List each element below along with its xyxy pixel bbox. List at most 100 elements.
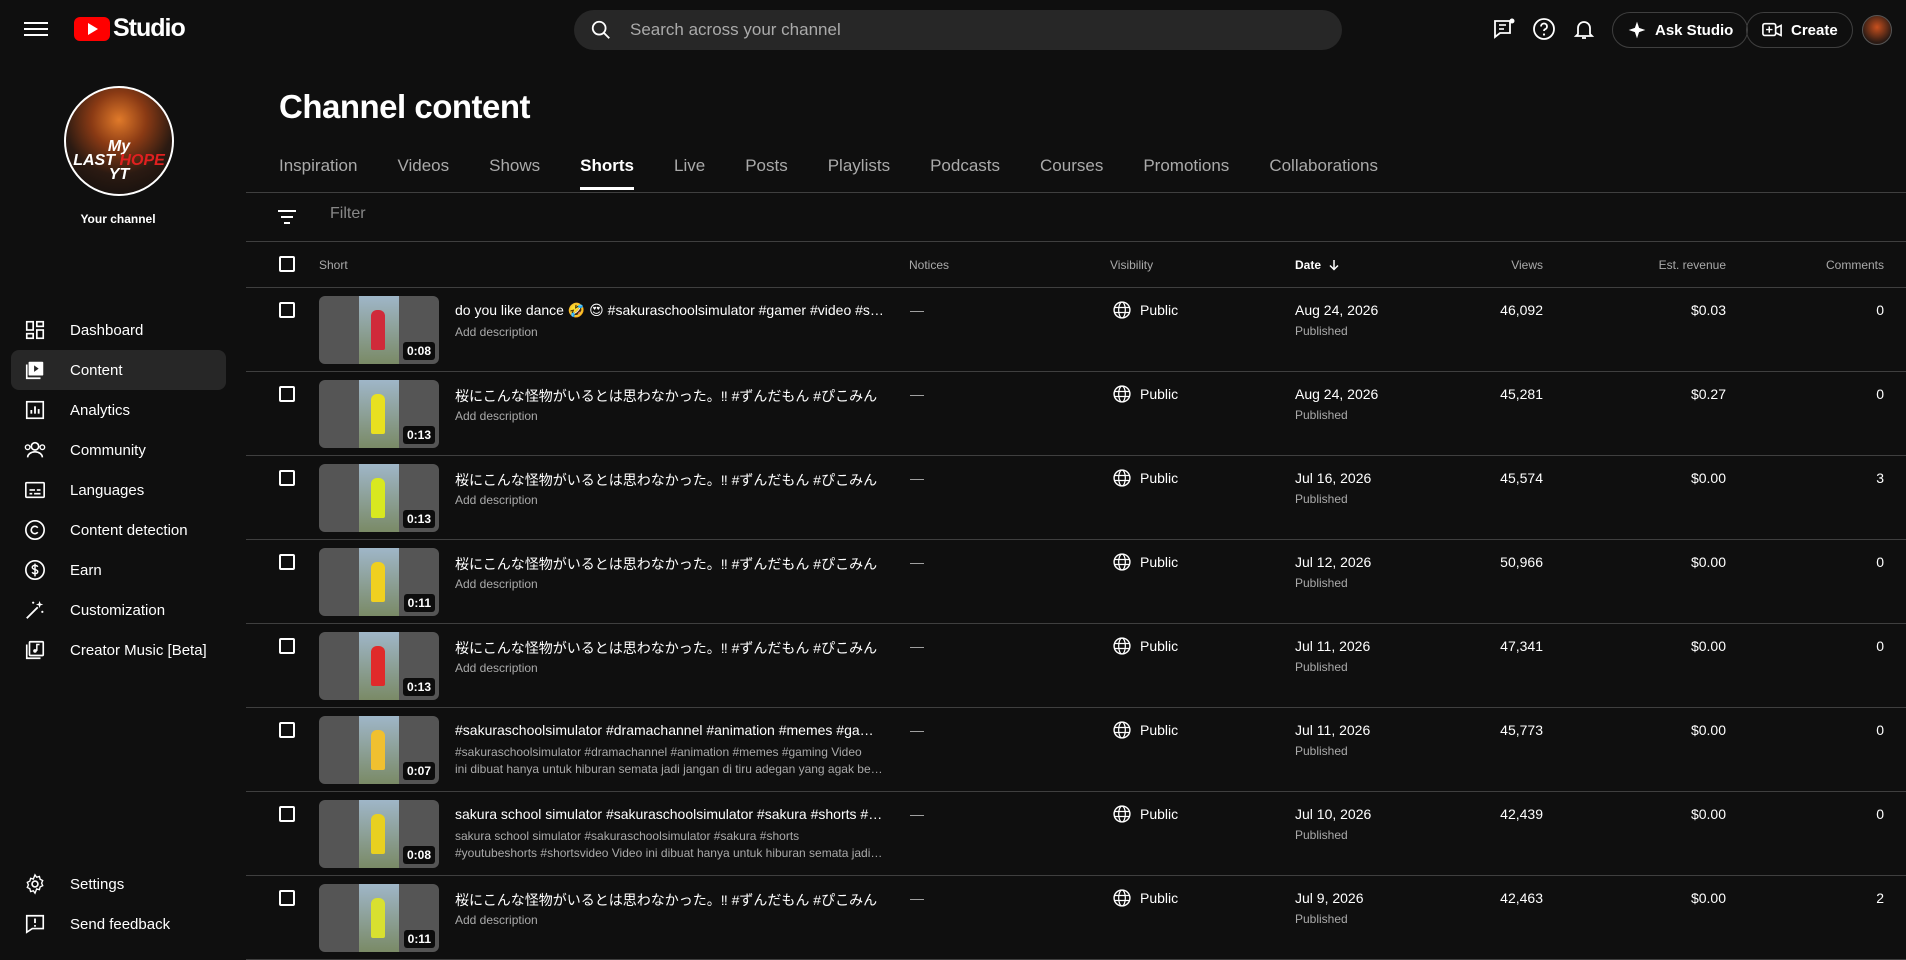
ask-studio-button[interactable]: Ask Studio: [1612, 12, 1749, 48]
table-row[interactable]: 0:13 桜にこんな怪物がいるとは思わなかった。‼ #ずんだもん #ぴこみん Add…: [246, 372, 1906, 456]
visibility-cell[interactable]: Public: [1112, 468, 1178, 488]
publish-status: Published: [1295, 744, 1348, 758]
tab-inspiration[interactable]: Inspiration: [279, 156, 357, 190]
tab-promotions[interactable]: Promotions: [1143, 156, 1229, 190]
sidebar-item-dashboard[interactable]: Dashboard: [11, 310, 226, 350]
sidebar-item-earn[interactable]: Earn: [11, 550, 226, 590]
visibility-cell[interactable]: Public: [1112, 300, 1178, 320]
visibility-cell[interactable]: Public: [1112, 888, 1178, 908]
tab-podcasts[interactable]: Podcasts: [930, 156, 1000, 190]
hamburger-menu-icon[interactable]: [24, 18, 48, 40]
row-checkbox[interactable]: [279, 302, 295, 318]
row-checkbox[interactable]: [279, 722, 295, 738]
short-thumbnail[interactable]: 0:07: [319, 716, 439, 784]
sidebar-item-creator-music[interactable]: Creator Music [Beta]: [11, 630, 226, 670]
sidebar-item-analytics[interactable]: Analytics: [11, 390, 226, 430]
globe-icon: [1113, 469, 1131, 487]
table-row[interactable]: 0:07 #sakuraschoolsimulator #dramachannel…: [246, 708, 1906, 792]
ask-studio-label: Ask Studio: [1655, 21, 1734, 39]
select-all-checkbox[interactable]: [279, 256, 295, 272]
sidebar-item-customization[interactable]: Customization: [11, 590, 226, 630]
page-title: Channel content: [279, 88, 531, 125]
row-description-line1: Add description: [455, 493, 538, 507]
table-row[interactable]: 0:13 桜にこんな怪物がいるとは思わなかった。‼ #ずんだもん #ぴこみん Add…: [246, 624, 1906, 708]
header-notices: Notices: [909, 258, 950, 272]
search-bar[interactable]: [574, 10, 1342, 50]
sidebar-item-content[interactable]: Content: [11, 350, 226, 390]
row-checkbox[interactable]: [279, 386, 295, 402]
table-row[interactable]: 0:11 桜にこんな怪物がいるとは思わなかった。‼ #ずんだもん #ぴこみん Add…: [246, 540, 1906, 624]
visibility-label: Public: [1140, 638, 1179, 654]
sidebar-nav: Dashboard Content Analytics Community La…: [11, 310, 226, 670]
short-title[interactable]: #sakuraschoolsimulator #dramachannel #an…: [455, 722, 885, 738]
globe-icon: [1113, 637, 1131, 655]
account-avatar[interactable]: [1862, 15, 1892, 45]
table-row[interactable]: 0:08 do you like dance 🤣 😍 #sakuraschools…: [246, 288, 1906, 372]
channel-avatar[interactable]: My LAST HOPE YT: [64, 86, 174, 196]
short-title[interactable]: 桜にこんな怪物がいるとは思わなかった。‼ #ずんだもん #ぴこみん: [455, 554, 885, 574]
row-checkbox[interactable]: [279, 470, 295, 486]
short-thumbnail[interactable]: 0:13: [319, 632, 439, 700]
tab-shorts[interactable]: Shorts: [580, 156, 634, 190]
sidebar-item-settings[interactable]: Settings: [11, 864, 226, 904]
notifications-bell-icon[interactable]: [1572, 17, 1596, 41]
thumbnail-figure: [371, 394, 385, 434]
tab-live[interactable]: Live: [674, 156, 705, 190]
tab-courses[interactable]: Courses: [1040, 156, 1103, 190]
short-thumbnail[interactable]: 0:11: [319, 884, 439, 952]
short-thumbnail[interactable]: 0:08: [319, 800, 439, 868]
table-row[interactable]: 0:08 sakura school simulator #sakuraschoo…: [246, 792, 1906, 876]
create-button[interactable]: Create: [1746, 12, 1853, 48]
short-title[interactable]: do you like dance 🤣 😍 #sakuraschoolsimul…: [455, 302, 885, 319]
help-icon[interactable]: [1532, 17, 1556, 41]
visibility-cell[interactable]: Public: [1112, 384, 1178, 404]
short-title[interactable]: sakura school simulator #sakuraschoolsim…: [455, 806, 885, 822]
revenue-cell: $0.00: [1690, 470, 1726, 486]
short-thumbnail[interactable]: 0:08: [319, 296, 439, 364]
tab-playlists[interactable]: Playlists: [828, 156, 890, 190]
short-title[interactable]: 桜にこんな怪物がいるとは思わなかった。‼ #ずんだもん #ぴこみん: [455, 386, 885, 406]
sidebar-item-label: Community: [70, 441, 146, 459]
sidebar-item-languages[interactable]: Languages: [11, 470, 226, 510]
comments-cell: 0: [1876, 806, 1884, 822]
languages-icon: [25, 481, 45, 499]
tab-videos[interactable]: Videos: [397, 156, 449, 190]
short-title[interactable]: 桜にこんな怪物がいるとは思わなかった。‼ #ずんだもん #ぴこみん: [455, 638, 885, 658]
table-row[interactable]: 0:13 桜にこんな怪物がいるとは思わなかった。‼ #ずんだもん #ぴこみん Add…: [246, 456, 1906, 540]
row-checkbox[interactable]: [279, 638, 295, 654]
comments-cell: 0: [1876, 722, 1884, 738]
main-content: Channel content Inspiration Videos Shows…: [246, 58, 1906, 960]
row-checkbox[interactable]: [279, 890, 295, 906]
sidebar-item-content-detection[interactable]: Content detection: [11, 510, 226, 550]
sidebar-item-community[interactable]: Community: [11, 430, 226, 470]
row-checkbox[interactable]: [279, 806, 295, 822]
visibility-cell[interactable]: Public: [1112, 720, 1178, 740]
visibility-cell[interactable]: Public: [1112, 636, 1178, 656]
comments-icon[interactable]: [1492, 17, 1516, 41]
search-input[interactable]: [630, 20, 1280, 40]
short-thumbnail[interactable]: 0:11: [319, 548, 439, 616]
visibility-cell[interactable]: Public: [1112, 804, 1178, 824]
short-title[interactable]: 桜にこんな怪物がいるとは思わなかった。‼ #ずんだもん #ぴこみん: [455, 470, 885, 490]
short-thumbnail[interactable]: 0:13: [319, 380, 439, 448]
notices-cell: —: [910, 722, 924, 738]
filter-input[interactable]: [330, 205, 830, 223]
row-checkbox[interactable]: [279, 554, 295, 570]
table-row[interactable]: 0:11 桜にこんな怪物がいるとは思わなかった。‼ #ずんだもん #ぴこみん Add…: [246, 876, 1906, 960]
tab-shows[interactable]: Shows: [489, 156, 540, 190]
tab-posts[interactable]: Posts: [745, 156, 788, 190]
comments-cell: 0: [1876, 554, 1884, 570]
tab-collaborations[interactable]: Collaborations: [1269, 156, 1378, 190]
sort-down-arrow-icon: [1329, 260, 1339, 271]
table-header: Short Notices Visibility Date Views Est.…: [246, 241, 1906, 287]
header-date[interactable]: Date: [1295, 258, 1340, 272]
short-title[interactable]: 桜にこんな怪物がいるとは思わなかった。‼ #ずんだもん #ぴこみん: [455, 890, 885, 910]
filter-icon[interactable]: [276, 207, 298, 227]
visibility-cell[interactable]: Public: [1112, 552, 1178, 572]
short-thumbnail[interactable]: 0:13: [319, 464, 439, 532]
sidebar-item-send-feedback[interactable]: Send feedback: [11, 904, 226, 944]
your-channel-label[interactable]: Your channel: [0, 212, 236, 226]
dashboard-icon: [25, 320, 45, 340]
row-description-line1: Add description: [455, 913, 538, 927]
studio-logo[interactable]: Studio: [74, 14, 186, 43]
